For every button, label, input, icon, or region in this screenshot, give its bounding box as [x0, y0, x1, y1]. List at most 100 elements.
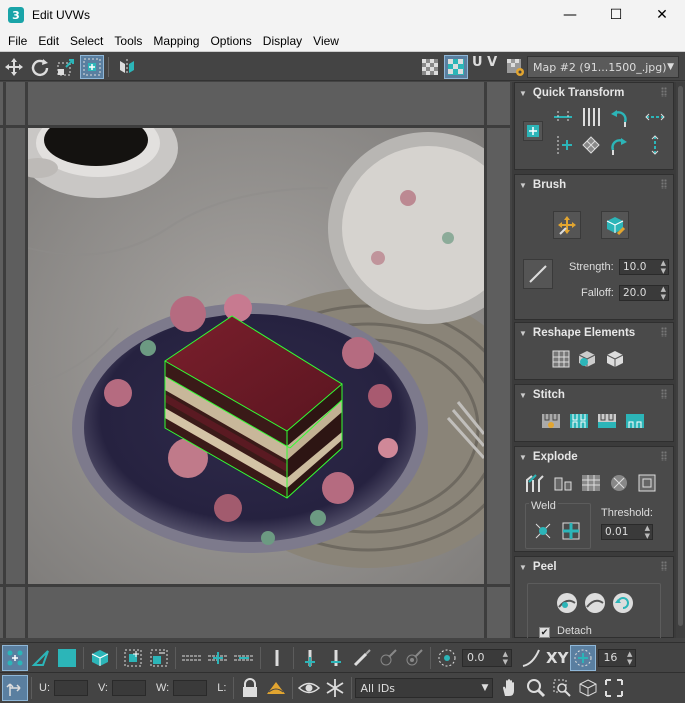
spinner-arrows-icon[interactable]: ▲ ▼ — [645, 524, 650, 540]
lock-icon[interactable] — [237, 675, 263, 701]
loop-select-icon[interactable] — [179, 645, 205, 671]
weld-selected-button[interactable] — [531, 519, 555, 543]
explode-by-material-button[interactable] — [635, 471, 659, 495]
explode-by-smoothing-button[interactable] — [607, 471, 631, 495]
ring-select-icon[interactable] — [264, 645, 290, 671]
falloff-spinner[interactable]: 20.0 ▲ ▼ — [619, 285, 669, 301]
w-coordinate-field[interactable] — [173, 680, 208, 696]
brush-falloff-button[interactable] — [523, 259, 553, 289]
material-id-dropdown[interactable]: All IDs ▼ — [355, 678, 494, 698]
shrink-ring-icon[interactable] — [323, 645, 349, 671]
shrink-selection-icon[interactable] — [146, 645, 172, 671]
show-eye-icon[interactable] — [296, 675, 322, 701]
reset-peel-button[interactable] — [611, 591, 635, 615]
grid-size-field[interactable]: 16 ▲ ▼ — [598, 648, 637, 667]
texture-options-icon[interactable] — [503, 55, 527, 79]
stitch-average-button[interactable] — [595, 409, 619, 433]
soft-selection-value-field[interactable]: 0.0 ▲ ▼ — [462, 648, 512, 667]
zoom-icon[interactable] — [523, 675, 549, 701]
soft-selection-icon[interactable] — [434, 645, 460, 671]
texture-map-dropdown[interactable]: Map #2 (91...1500_.jpg) ▼ — [527, 56, 679, 78]
break-button[interactable] — [523, 471, 547, 495]
menu-options[interactable]: Options — [206, 34, 255, 48]
xy-axis-toggle[interactable]: XY — [546, 649, 568, 667]
falloff-curve-icon[interactable] — [518, 645, 544, 671]
menu-select[interactable]: Select — [66, 34, 107, 48]
straighten-selection-button[interactable] — [549, 347, 573, 371]
move-icon[interactable] — [2, 55, 26, 79]
rollout-header[interactable]: ▼ Peel — [515, 557, 673, 577]
rollout-header[interactable]: ▼ Brush — [515, 175, 673, 195]
set-pivot-button[interactable] — [523, 121, 543, 141]
freeze-snowflake-icon[interactable] — [322, 675, 348, 701]
grow-ring-icon[interactable] — [297, 645, 323, 671]
hide-selection-icon[interactable] — [263, 675, 289, 701]
mirror-icon[interactable] — [115, 55, 139, 79]
checker-pattern-icon[interactable] — [418, 55, 442, 79]
spinner-arrows-icon[interactable]: ▲ ▼ — [627, 650, 632, 666]
rollout-header[interactable]: ▼ Reshape Elements — [515, 323, 673, 343]
menu-view[interactable]: View — [309, 34, 343, 48]
grid-snap-icon[interactable] — [570, 644, 597, 671]
threshold-spinner[interactable]: 0.01 ▲ ▼ — [601, 524, 653, 540]
relax-button[interactable] — [575, 347, 599, 371]
explode-by-polygroup-button[interactable] — [579, 471, 603, 495]
zoom-region-icon[interactable] — [549, 675, 575, 701]
rotate-plus-90-button[interactable] — [607, 133, 631, 157]
grow-loop-icon[interactable] — [205, 645, 231, 671]
v-coordinate-field[interactable] — [112, 680, 146, 696]
grow-selection-icon[interactable] — [120, 645, 146, 671]
shrink-brush-icon[interactable] — [401, 645, 427, 671]
absolute-offset-toggle-icon[interactable] — [2, 675, 28, 701]
menu-edit[interactable]: Edit — [34, 34, 63, 48]
menu-mapping[interactable]: Mapping — [149, 34, 203, 48]
polygon-mode-icon[interactable] — [54, 645, 80, 671]
spinner-arrows-icon[interactable]: ▲ ▼ — [503, 650, 508, 666]
rotate-minus-90-button[interactable] — [607, 105, 631, 129]
rollout-header[interactable]: ▼ Stitch — [515, 385, 673, 405]
zoom-extents-icon[interactable] — [575, 675, 601, 701]
strength-spinner[interactable]: 10.0 ▲ ▼ — [619, 259, 669, 275]
rotate-icon[interactable] — [28, 55, 52, 79]
enlarge-brush-icon[interactable] — [375, 645, 401, 671]
align-horizontal-button[interactable] — [551, 105, 575, 129]
maximize-button[interactable]: ☐ — [593, 0, 639, 30]
flatten-button[interactable] — [603, 347, 627, 371]
menu-display[interactable]: Display — [259, 34, 306, 48]
shrink-loop-icon[interactable] — [231, 645, 257, 671]
pan-hand-icon[interactable] — [497, 675, 523, 701]
relax-brush-button[interactable] — [601, 211, 629, 239]
paint-select-icon[interactable] — [349, 645, 375, 671]
element-mode-icon[interactable] — [87, 645, 113, 671]
stitch-custom-button[interactable] — [539, 409, 563, 433]
align-vertical-button[interactable] — [579, 105, 603, 129]
uv-editor-viewport[interactable] — [0, 82, 510, 638]
rollout-header[interactable]: ▼ Explode — [515, 447, 673, 467]
spinner-arrows-icon[interactable]: ▲ ▼ — [661, 285, 666, 301]
close-button[interactable]: ✕ — [639, 0, 685, 30]
zoom-to-selected-icon[interactable] — [601, 675, 627, 701]
freeform-mode-icon[interactable] — [80, 54, 104, 79]
spinner-arrows-icon[interactable]: ▲ ▼ — [661, 259, 666, 275]
show-map-icon[interactable] — [444, 55, 468, 79]
peel-mode-button[interactable] — [583, 591, 607, 615]
quick-peel-button[interactable] — [555, 591, 579, 615]
stitch-to-target-button[interactable] — [623, 409, 647, 433]
weld-all-button[interactable] — [559, 519, 583, 543]
scale-icon[interactable] — [54, 55, 78, 79]
space-vertical-button[interactable] — [643, 133, 667, 157]
panel-scrollbar[interactable] — [676, 82, 685, 638]
edge-mode-icon[interactable] — [28, 645, 54, 671]
detach-checkbox[interactable]: ✔ — [539, 627, 550, 638]
uv-axis-label[interactable]: U V — [472, 55, 497, 79]
vertex-mode-icon[interactable] — [2, 644, 28, 671]
menu-file[interactable]: File — [4, 34, 31, 48]
straighten-button[interactable] — [579, 133, 603, 157]
scrollbar-thumb[interactable] — [678, 86, 683, 626]
u-coordinate-field[interactable] — [54, 680, 88, 696]
space-horizontal-button[interactable] — [643, 105, 667, 129]
detach-edge-verts-button[interactable] — [551, 471, 575, 495]
rollout-header[interactable]: ▼ Quick Transform — [515, 83, 673, 103]
paint-move-button[interactable] — [553, 211, 581, 239]
stitch-to-source-button[interactable] — [567, 409, 591, 433]
